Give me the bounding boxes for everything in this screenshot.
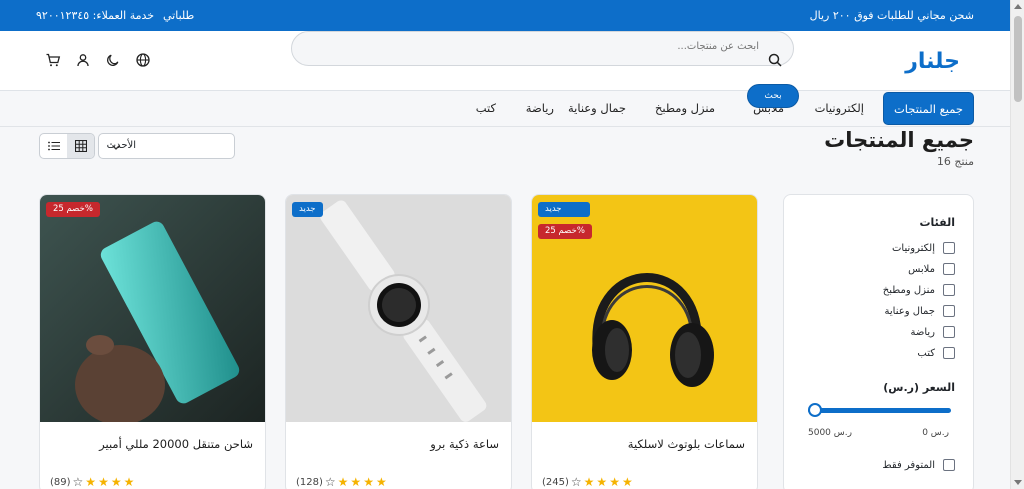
filter-sports[interactable]: رياضة	[910, 326, 955, 338]
filter-home-kitchen[interactable]: منزل ومطبخ	[883, 284, 955, 296]
product-count: 16 منتج	[936, 155, 974, 168]
price-min-label: 0 ر.س	[922, 428, 949, 438]
product-rating: (89) ☆ ★ ★ ★ ★	[50, 476, 134, 488]
filter-label: ملابس	[908, 263, 935, 275]
star-icon: ★	[85, 475, 97, 489]
product-name[interactable]: شاحن متنقل 20000 مللي أمبير	[99, 437, 253, 451]
tab-electronics[interactable]: إلكترونيات	[815, 101, 864, 115]
new-badge: جديد	[292, 202, 323, 217]
search-input[interactable]	[329, 41, 759, 52]
checkbox[interactable]	[943, 326, 955, 338]
filter-label: منزل ومطبخ	[882, 284, 935, 296]
star-icon: ★	[375, 475, 387, 489]
site-header: جلنار	[0, 31, 1010, 91]
page-title: جميع المنتجات	[824, 128, 974, 152]
filter-label: جمال وعناية	[884, 305, 935, 317]
free-shipping-text: شحن مجاني للطلبات فوق ٢٠٠ ريال	[809, 9, 974, 22]
product-rating: (245) ☆ ★ ★ ★ ★	[542, 476, 633, 488]
price-filter-title: السعر (ر.س)	[883, 381, 955, 394]
filter-electronics[interactable]: إلكترونيات	[892, 242, 955, 254]
star-icon: ★	[596, 475, 608, 489]
checkbox[interactable]	[943, 305, 955, 317]
scroll-down-icon[interactable]	[1014, 480, 1022, 485]
checkbox[interactable]	[943, 263, 955, 275]
tab-all-products[interactable]: جميع المنتجات	[882, 92, 974, 125]
rating-count: (245)	[542, 476, 569, 488]
page-scrollbar[interactable]	[1010, 0, 1024, 489]
checkbox[interactable]	[943, 242, 955, 254]
filter-label: رياضة	[910, 326, 935, 338]
filter-label: كتب	[917, 347, 935, 359]
category-nav: جميع المنتجات إلكترونيات ملابس منزل ومطب…	[0, 91, 1010, 127]
tab-books[interactable]: كتب	[476, 101, 496, 115]
product-rating: (128) ☆ ★ ★ ★ ★	[296, 476, 387, 488]
my-orders-link[interactable]: طلباتي	[163, 9, 194, 22]
categories-filter-title: الفئات	[919, 216, 956, 229]
filter-label: إلكترونيات	[892, 242, 935, 254]
checkbox[interactable]	[943, 347, 955, 359]
product-card[interactable]: جديد ساعة ذكية برو (128) ☆ ★ ★ ★ ★	[285, 194, 512, 489]
announcement-bar: شحن مجاني للطلبات فوق ٢٠٠ ريال طلباتي خد…	[0, 0, 1010, 31]
list-icon	[48, 141, 60, 151]
scroll-thumb[interactable]	[1014, 16, 1022, 102]
star-icon: ★	[609, 475, 620, 489]
product-image-smartwatch[interactable]	[286, 195, 512, 422]
star-icon: ★	[621, 475, 633, 489]
product-card[interactable]: خصم 25% شاحن متنقل 20000 مللي أمبير (89)…	[39, 194, 266, 489]
list-view-button[interactable]	[40, 134, 68, 158]
filter-books[interactable]: كتب	[917, 347, 955, 359]
tab-beauty[interactable]: جمال وعناية	[568, 101, 626, 115]
star-empty-icon: ☆	[570, 475, 582, 489]
star-icon: ★	[337, 475, 349, 489]
user-icon[interactable]	[75, 52, 91, 68]
star-empty-icon: ☆	[324, 475, 336, 489]
chevron-down-icon	[112, 145, 120, 150]
checkbox[interactable]	[943, 459, 955, 471]
product-card[interactable]: جديد خصم 25% سماعات بلوتوث لاسلكية (245)…	[531, 194, 758, 489]
globe-icon[interactable]	[135, 52, 151, 68]
filter-beauty[interactable]: جمال وعناية	[885, 305, 955, 317]
star-icon: ★	[363, 475, 374, 489]
price-max-label: 5000 ر.س	[808, 428, 852, 438]
view-toggle	[39, 133, 95, 159]
search-icon[interactable]	[768, 53, 782, 67]
site-logo[interactable]: جلنار	[905, 49, 960, 74]
rating-count: (128)	[296, 476, 323, 488]
star-empty-icon: ☆	[72, 475, 84, 489]
checkbox[interactable]	[943, 284, 955, 296]
tab-sports[interactable]: رياضة	[526, 101, 554, 115]
grid-icon	[75, 140, 87, 152]
filter-clothing[interactable]: ملابس	[908, 263, 955, 275]
star-icon: ★	[98, 475, 109, 489]
sort-select[interactable]: الأحدث	[98, 133, 235, 159]
sale-badge: خصم 25%	[538, 224, 592, 239]
filters-panel: الفئات إلكترونيات ملابس منزل ومطبخ جمال …	[783, 194, 974, 489]
product-name[interactable]: ساعة ذكية برو	[430, 437, 499, 451]
star-icon: ★	[110, 475, 122, 489]
star-icon: ★	[350, 475, 362, 489]
grid-view-button[interactable]	[67, 134, 94, 158]
rating-count: (89)	[50, 476, 71, 488]
in-stock-label: المتوفر فقط	[882, 459, 935, 471]
sale-badge: خصم 25%	[46, 202, 100, 217]
product-image-powerbank[interactable]	[40, 195, 266, 422]
cart-icon[interactable]	[45, 52, 61, 68]
customer-service-text: خدمة العملاء: ٩٢٠٠١٢٣٤٥	[36, 9, 155, 22]
price-range-track[interactable]	[808, 408, 951, 413]
star-icon: ★	[123, 475, 135, 489]
in-stock-filter[interactable]: المتوفر فقط	[882, 459, 955, 471]
moon-icon[interactable]	[105, 52, 121, 68]
star-icon: ★	[583, 475, 595, 489]
new-badge: جديد	[538, 202, 590, 217]
price-range-thumb[interactable]	[808, 403, 822, 417]
search-button[interactable]: بحث	[747, 84, 799, 108]
tab-home-kitchen[interactable]: منزل ومطبخ	[655, 101, 715, 115]
scroll-up-icon[interactable]	[1014, 4, 1022, 9]
product-name[interactable]: سماعات بلوتوث لاسلكية	[628, 437, 745, 451]
search-box	[291, 31, 794, 67]
